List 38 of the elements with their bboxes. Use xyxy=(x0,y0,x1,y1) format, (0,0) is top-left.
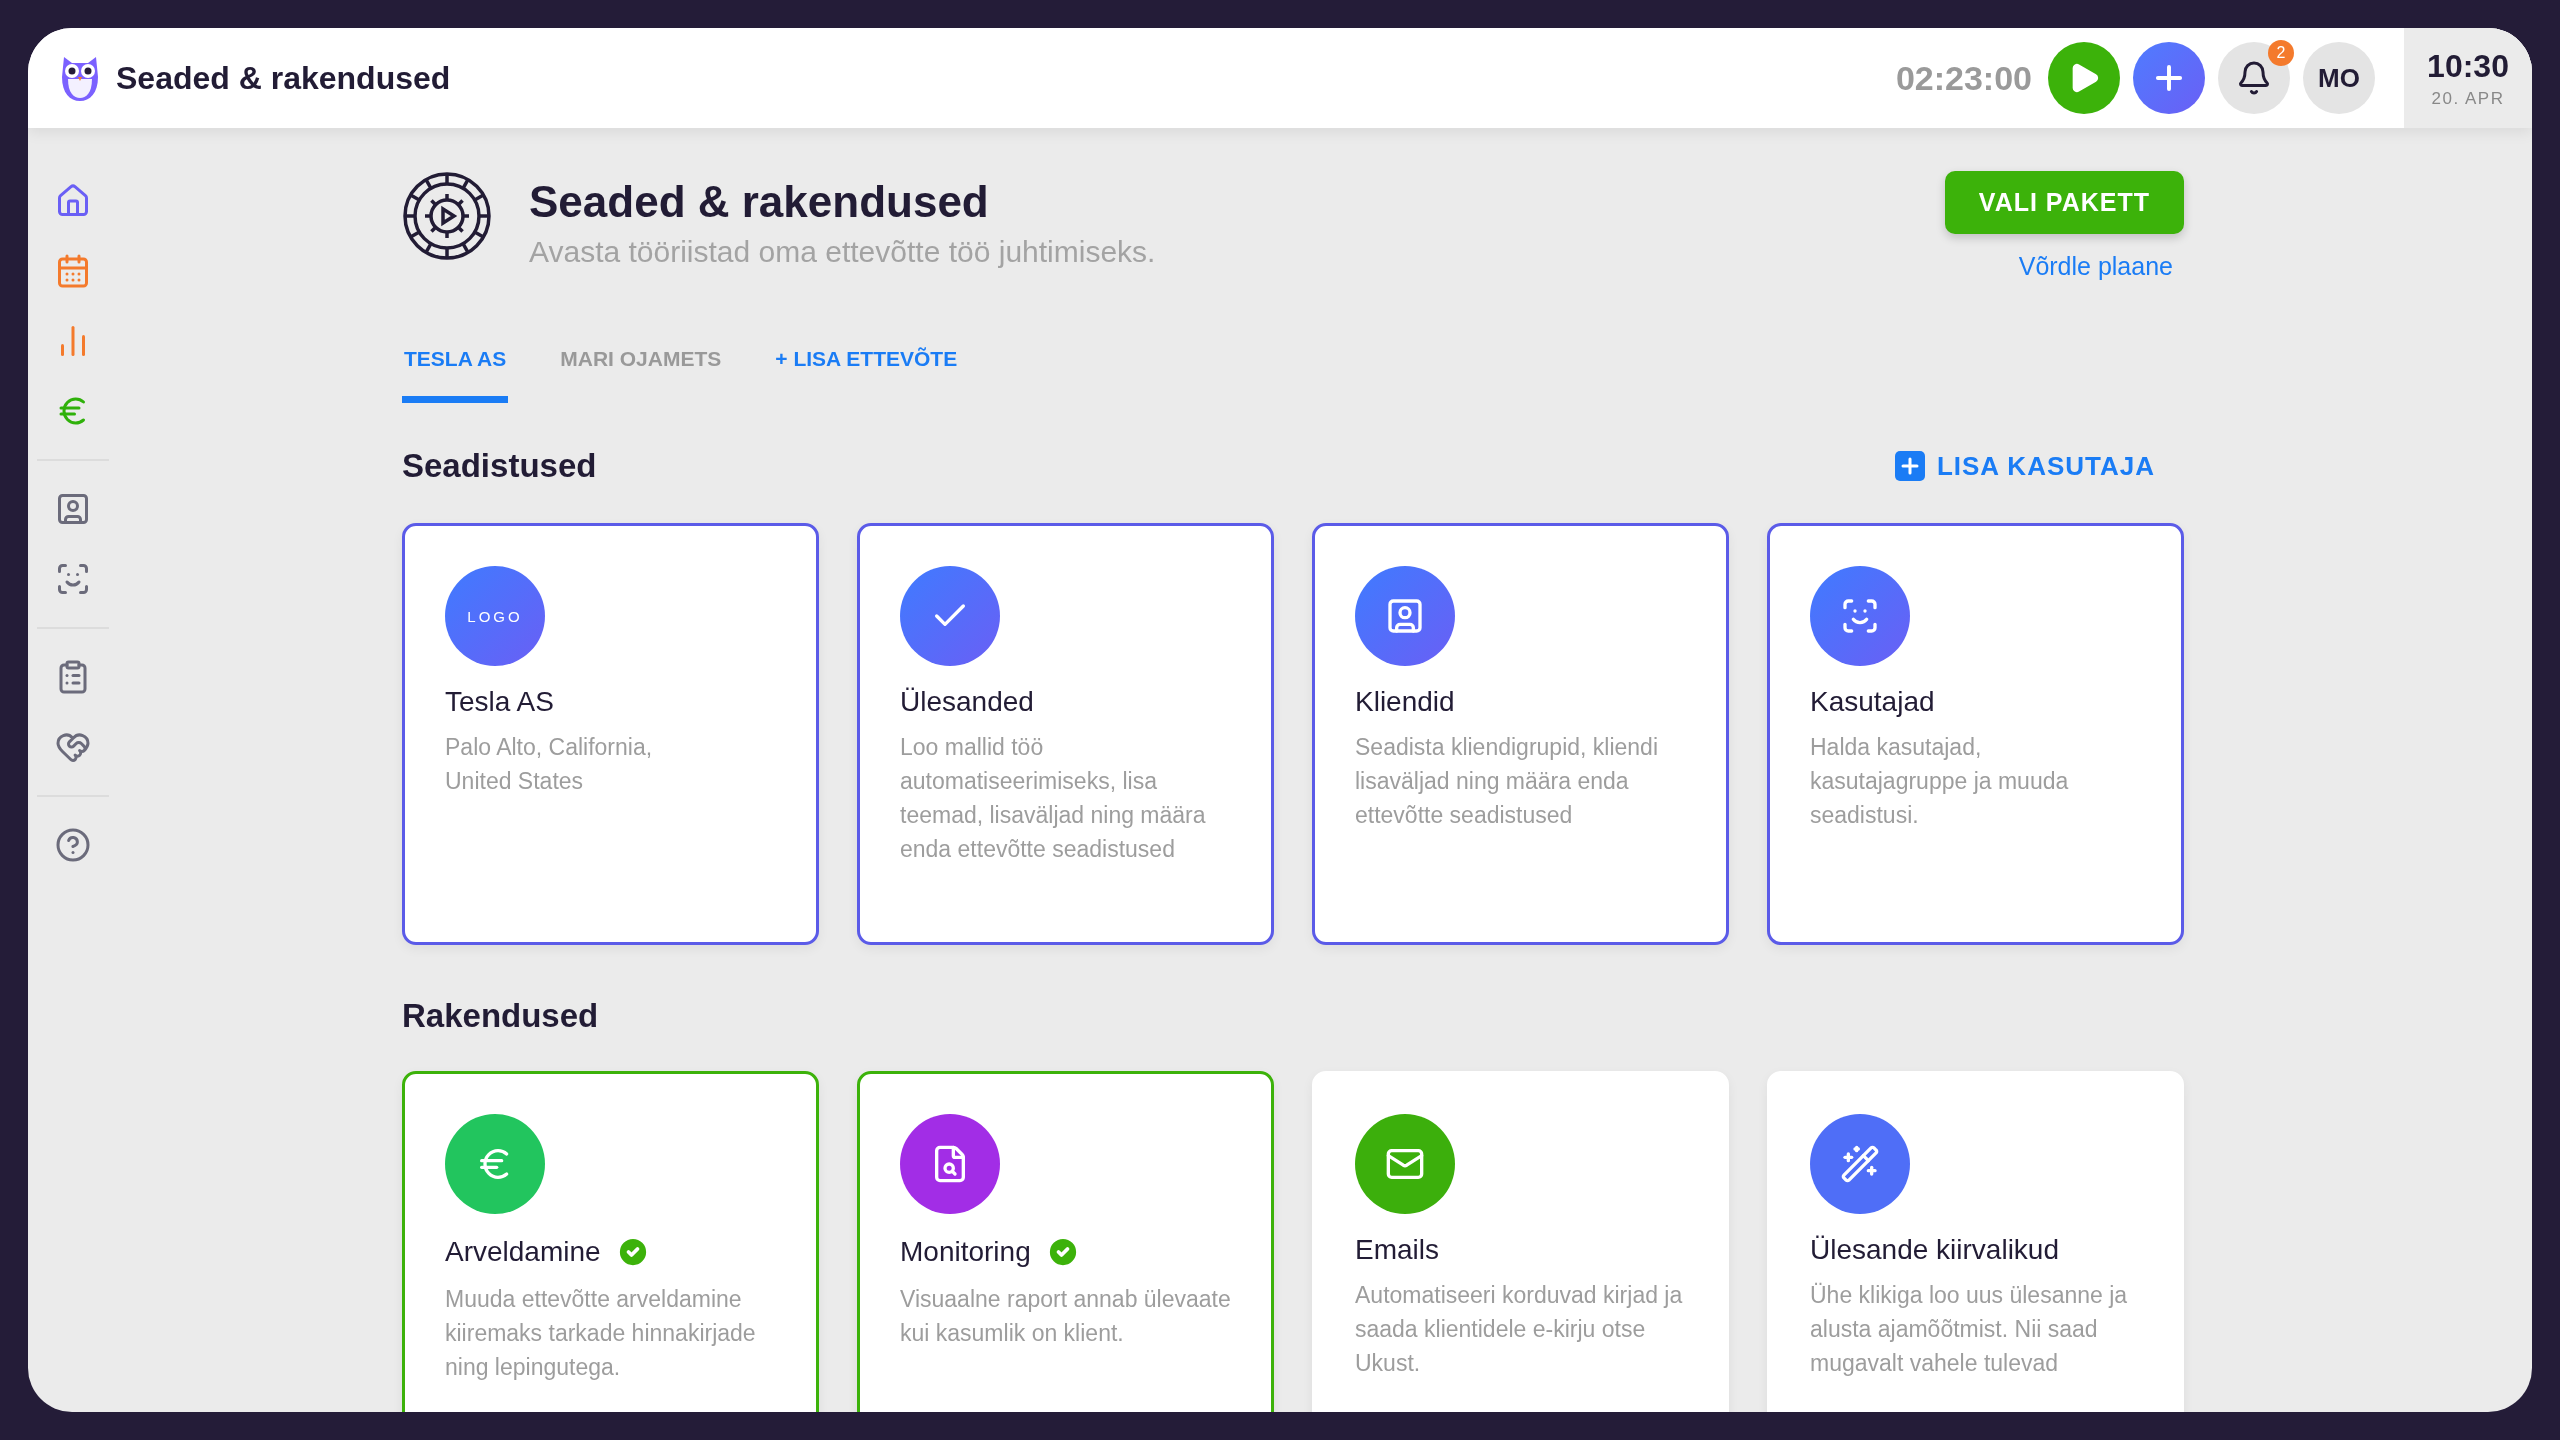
avatar-button[interactable]: MO xyxy=(2303,42,2375,114)
card-description: Muuda ettevõtte arveldamine kiiremaks tarkade hinnakirjade ning lepingutega. xyxy=(445,1285,757,1382)
card-description: Halda kasutajad, kasutajagruppe ja muuda seadistusi. xyxy=(1810,733,2070,830)
card-description: Visuaalne raport annab ülevaate kui kasumlik on klient. xyxy=(900,1285,1231,1348)
settings-card[interactable]: LOGO Tesla AS Palo Alto, California, United States xyxy=(402,523,819,945)
app-card[interactable]: Arveldamine Muuda ettevõtte arveldamine kiiremaks tarkade hinnakirjade ning lepingutega. xyxy=(402,1071,819,1412)
clock-time: 10:30 xyxy=(2427,47,2509,85)
app-title: Seaded & rakendused xyxy=(116,59,451,97)
page-subtitle: Avasta tööriistad oma ettevõtte töö juhtimiseks. xyxy=(529,235,1156,269)
card-title: Kasutajad xyxy=(1810,686,1935,718)
plus-icon xyxy=(1894,451,1925,481)
clock-date: 20. APR xyxy=(2431,88,2505,109)
logo-placeholder: LOGO xyxy=(445,566,545,666)
card-title: Ülesande kiirvalikud xyxy=(1810,1234,2059,1266)
card-description: Loo mallid töö automatiseerimiseks, lisa teemad, lisaväljad ning määra enda ettevõtte seadistused xyxy=(900,733,1207,864)
app-card[interactable]: Monitoring Visuaalne raport annab ülevaate kui kasumlik on klient. xyxy=(857,1071,1274,1412)
card-title: Kliendid xyxy=(1355,686,1455,718)
card-title: Ülesanded xyxy=(900,686,1034,718)
timer: 02:23:00 xyxy=(1895,58,2032,98)
app-card[interactable]: Ülesande kiirvalikud Ühe klikiga loo uus ülesanne ja alusta ajamõõtmist. Nii saad mugavalt vahele tulevad xyxy=(1767,1071,2184,1412)
card-description: Automatiseeri korduvad kirjad ja saada klientidele e-kirju otse Ukust. xyxy=(1355,1281,1684,1378)
notification-badge: 2 xyxy=(2268,40,2294,66)
page-title: Seaded & rakendused xyxy=(529,177,990,227)
settings-card[interactable]: Kliendid Seadista kliendigrupid, kliendi lisaväljad ning määra enda ettevõtte seadistused xyxy=(1312,523,1729,945)
card-description: Ühe klikiga loo uus ülesanne ja alusta ajamõõtmist. Nii saad mugavalt vahele tulevad xyxy=(1810,1281,2129,1378)
card-title: Tesla AS xyxy=(445,686,554,718)
card-title: Monitoring xyxy=(900,1236,1031,1268)
app-card[interactable]: Emails Automatiseeri korduvad kirjad ja saada klientidele e-kirju otse Ukust. xyxy=(1312,1071,1729,1412)
section-title: Rakendused xyxy=(402,997,599,1035)
card-title: Emails xyxy=(1355,1234,1439,1266)
card-description: Palo Alto, California, United States xyxy=(445,733,653,796)
settings-card[interactable]: Kasutajad Halda kasutajad, kasutajagruppe ja muuda seadistusi. xyxy=(1767,523,2184,945)
card-title: Arveldamine xyxy=(445,1236,601,1268)
bell-icon xyxy=(2236,60,2272,96)
settings-wheel-icon xyxy=(402,171,492,261)
card-description: Seadista kliendigrupid, kliendi lisaväljad ning määra enda ettevõtte seadistused xyxy=(1355,733,1660,830)
settings-card[interactable]: Ülesanded Loo mallid töö automatiseerimiseks, lisa teemad, lisaväljad ning määra enda ettevõtte seadistused xyxy=(857,523,1274,945)
section-title: Seadistused xyxy=(402,447,597,485)
